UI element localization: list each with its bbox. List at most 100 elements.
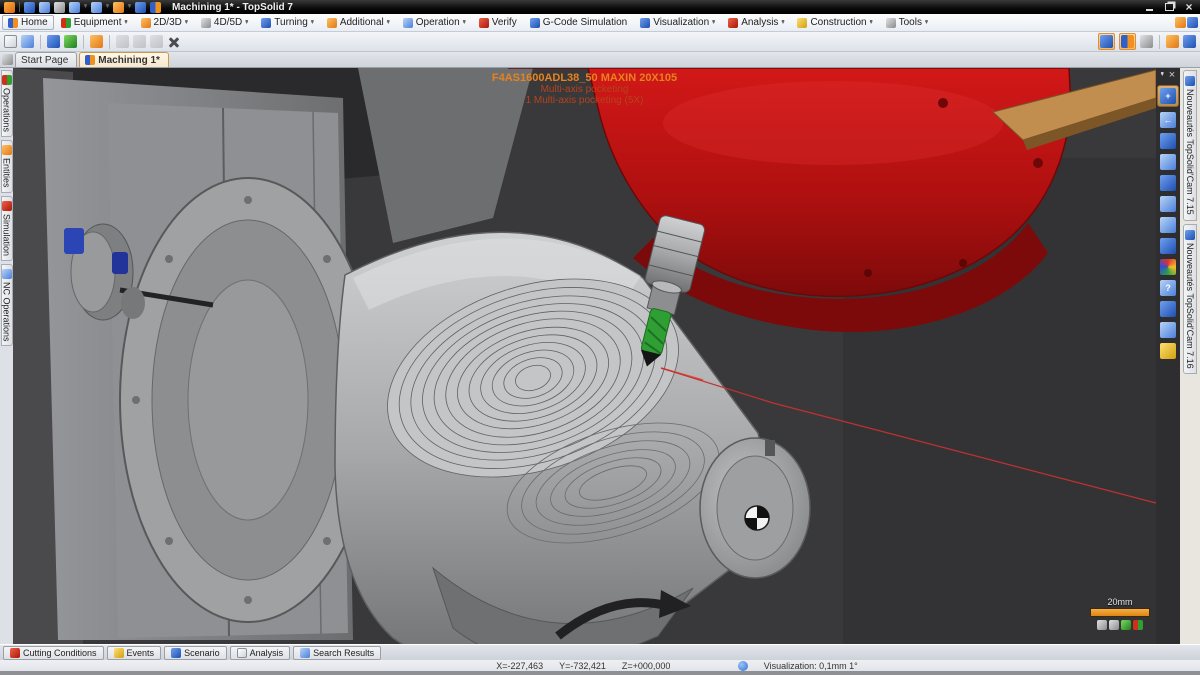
home-icon bbox=[8, 18, 18, 28]
tab-whats-new-716[interactable]: Nouveautés TopSolid'Cam 7.16 bbox=[1183, 224, 1197, 375]
pan-view-active[interactable]: + bbox=[1157, 85, 1179, 107]
menu-operation[interactable]: Operation bbox=[397, 15, 472, 30]
synchronize-icon[interactable] bbox=[90, 35, 103, 48]
coordinate-z: Z=+000,000 bbox=[622, 661, 671, 671]
screen-capture-icon[interactable] bbox=[1183, 35, 1196, 48]
new-document-icon[interactable] bbox=[4, 35, 17, 48]
undo-dropdown-icon[interactable] bbox=[84, 5, 87, 9]
additional-icon bbox=[327, 18, 337, 28]
view-direction-icon[interactable] bbox=[1160, 133, 1176, 149]
print-icon[interactable] bbox=[54, 2, 65, 13]
zoom-icon[interactable] bbox=[1160, 217, 1176, 233]
pan-view-icon: + bbox=[1160, 88, 1176, 104]
stock-display-icon[interactable] bbox=[1160, 343, 1176, 359]
menu-construction[interactable]: Construction bbox=[791, 15, 878, 30]
chevron-down-icon bbox=[311, 21, 314, 25]
tab-events[interactable]: Events bbox=[107, 646, 162, 660]
open-document-icon[interactable] bbox=[21, 35, 34, 48]
tab-cutting-conditions[interactable]: Cutting Conditions bbox=[3, 646, 104, 660]
whats-new-icon[interactable] bbox=[1175, 17, 1186, 28]
pin-panel-icon[interactable] bbox=[1161, 73, 1164, 77]
redo-icon[interactable] bbox=[91, 2, 102, 13]
cutting-conditions-icon bbox=[10, 648, 20, 658]
import-view-icon[interactable] bbox=[1160, 322, 1176, 338]
delete-icon[interactable] bbox=[167, 35, 181, 49]
check-out-icon[interactable] bbox=[47, 35, 60, 48]
shaded-view-icon[interactable] bbox=[1160, 154, 1176, 170]
rotation-mode-icon bbox=[738, 661, 748, 671]
update-document-icon[interactable] bbox=[150, 2, 161, 13]
window-list-icon[interactable] bbox=[2, 54, 13, 65]
multi-viewport-icon[interactable] bbox=[1160, 175, 1176, 191]
menu-additional[interactable]: Additional bbox=[321, 15, 396, 30]
equipment-icon bbox=[61, 18, 71, 28]
stock-icon[interactable] bbox=[1140, 35, 1153, 48]
document-viewer-icon[interactable] bbox=[1166, 35, 1179, 48]
previous-view-icon[interactable]: ← bbox=[1160, 112, 1176, 128]
chevron-down-icon bbox=[781, 21, 784, 25]
menu-analysis[interactable]: Analysis bbox=[722, 15, 790, 30]
topsolid-logo-icon bbox=[4, 2, 15, 13]
left-panel-strip: Operations Entities Simulation NC Operat… bbox=[0, 68, 13, 644]
nc-operations-icon bbox=[2, 269, 12, 279]
solid-stock-icon[interactable] bbox=[1109, 620, 1119, 630]
window-bottom-edge bbox=[0, 671, 1200, 675]
menu-verify[interactable]: Verify bbox=[473, 15, 523, 30]
machining-scene bbox=[13, 68, 1156, 644]
help-icon[interactable] bbox=[1187, 17, 1198, 28]
tab-start-page[interactable]: Start Page bbox=[15, 52, 77, 67]
document-tab-bar: Start Page Machining 1* bbox=[0, 52, 1200, 68]
simulation-icon bbox=[2, 201, 12, 211]
menu-4d5d[interactable]: 4D/5D bbox=[195, 15, 254, 30]
save-icon[interactable] bbox=[24, 2, 35, 13]
machined-stock-icon[interactable] bbox=[1121, 620, 1131, 630]
blue-clamp-1 bbox=[64, 228, 84, 254]
tab-scenario[interactable]: Scenario bbox=[164, 646, 227, 660]
sidebar-tab-nc-operations[interactable]: NC Operations bbox=[1, 264, 13, 347]
tab-whats-new-715[interactable]: Nouveautés TopSolid'Cam 7.15 bbox=[1183, 70, 1197, 221]
simulate-icon[interactable] bbox=[113, 2, 124, 13]
scale-label: 20mm bbox=[1090, 597, 1150, 607]
tab-search-results[interactable]: Search Results bbox=[293, 646, 381, 660]
render-style-icon[interactable] bbox=[1160, 259, 1176, 275]
tab-analysis[interactable]: Analysis bbox=[230, 646, 291, 660]
minimize-button[interactable] bbox=[1142, 2, 1156, 12]
3d-viewport[interactable]: F4AS1600ADL38_50 MAXIN 20X105 Multi-axis… bbox=[13, 68, 1156, 644]
paste-icon bbox=[150, 35, 163, 48]
analysis-icon bbox=[728, 18, 738, 28]
restore-button[interactable] bbox=[1162, 2, 1176, 12]
menu-home[interactable]: Home bbox=[2, 15, 54, 30]
divider bbox=[109, 35, 110, 49]
machine-elements-highlight[interactable] bbox=[1098, 33, 1115, 50]
menu-2d3d[interactable]: 2D/3D bbox=[135, 15, 194, 30]
info-list-icon[interactable]: ? bbox=[1160, 280, 1176, 296]
view-toolbar: + ← ? bbox=[1156, 68, 1180, 644]
check-in-icon[interactable] bbox=[64, 35, 77, 48]
collision-display-icon[interactable] bbox=[1133, 620, 1143, 630]
menu-tools[interactable]: Tools bbox=[880, 15, 934, 30]
sidebar-tab-entities[interactable]: Entities bbox=[1, 140, 13, 193]
target-marker bbox=[745, 506, 769, 530]
refresh-icon[interactable] bbox=[135, 2, 146, 13]
undo-icon[interactable] bbox=[69, 2, 80, 13]
construction-icon bbox=[797, 18, 807, 28]
tab-machining-1[interactable]: Machining 1* bbox=[79, 52, 169, 67]
redo-dropdown-icon[interactable] bbox=[106, 5, 109, 9]
sidebar-tab-simulation[interactable]: Simulation bbox=[1, 196, 13, 261]
menu-turning[interactable]: Turning bbox=[255, 15, 320, 30]
isometric-view-icon[interactable] bbox=[1160, 238, 1176, 254]
scale-indicator: 20mm bbox=[1090, 597, 1150, 630]
sidebar-tab-operations[interactable]: Operations bbox=[1, 70, 13, 137]
close-button[interactable] bbox=[1182, 2, 1196, 12]
menu-visualization[interactable]: Visualization bbox=[634, 15, 721, 30]
menu-equipment[interactable]: Equipment bbox=[55, 15, 134, 30]
cam-operations-highlight[interactable] bbox=[1119, 33, 1136, 50]
section-view-icon[interactable] bbox=[1160, 301, 1176, 317]
zoom-frame-icon[interactable] bbox=[1160, 196, 1176, 212]
simulate-dropdown-icon[interactable] bbox=[128, 5, 131, 9]
wireframe-stock-icon[interactable] bbox=[1097, 620, 1107, 630]
2d3d-icon bbox=[141, 18, 151, 28]
close-panel-icon[interactable] bbox=[1169, 69, 1175, 81]
menu-gcode-simulation[interactable]: G-Code Simulation bbox=[524, 15, 633, 30]
save-all-icon[interactable] bbox=[39, 2, 50, 13]
